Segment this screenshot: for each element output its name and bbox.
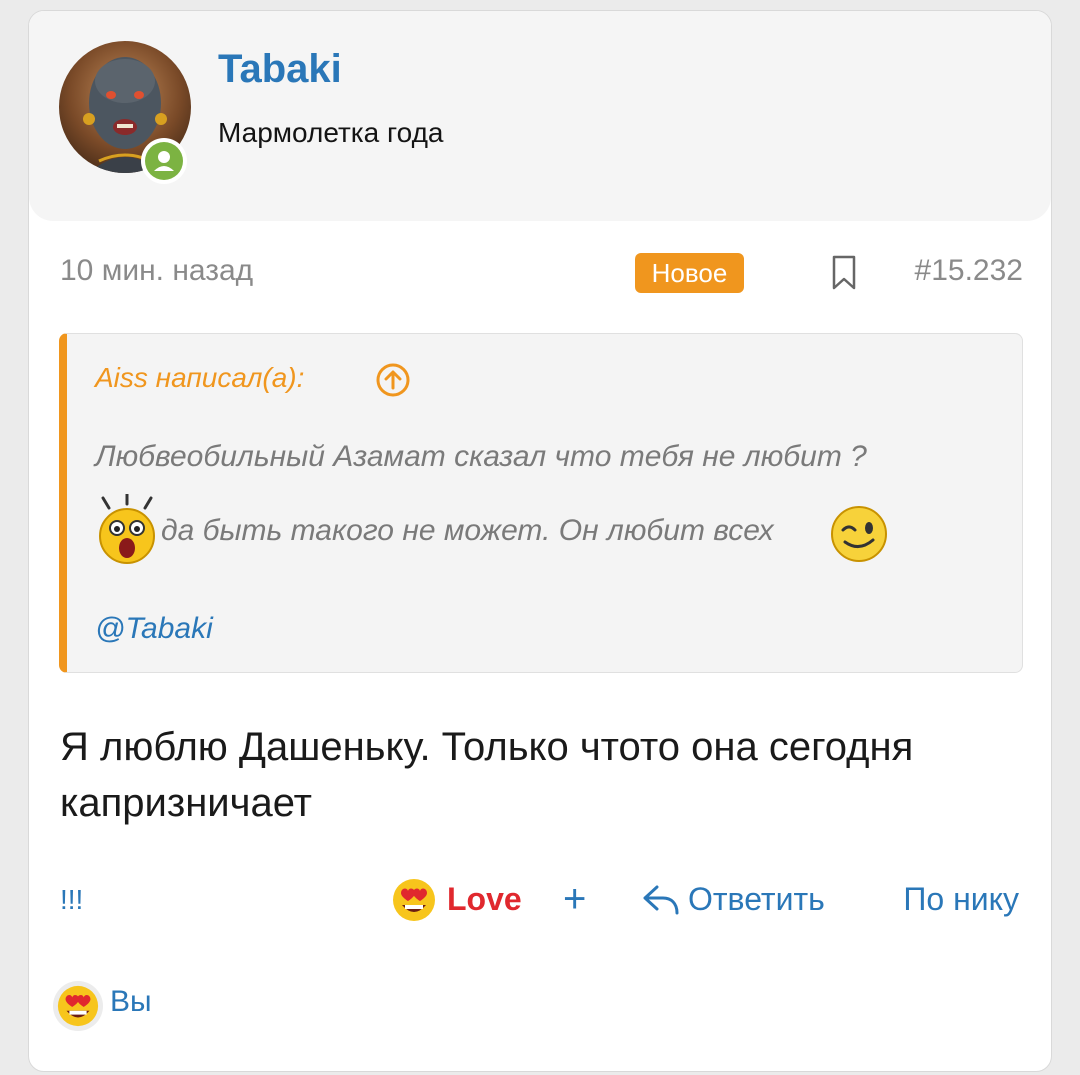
online-user-icon — [141, 138, 187, 184]
bookmark-icon[interactable] — [829, 253, 859, 293]
post-card: Tabaki Мармолетка года 10 мин. назад Нов… — [28, 10, 1052, 1072]
new-badge: Новое — [635, 253, 744, 293]
quote-text-line: Любвеобильный Азамат сказал что тебя не … — [95, 440, 867, 473]
arrow-up-circle-icon[interactable] — [375, 362, 411, 398]
author-name[interactable]: Tabaki — [218, 47, 342, 92]
quote-text: да быть такого не может. Он любит всех — [161, 514, 774, 547]
author-title: Мармолетка года — [218, 117, 444, 148]
reply-button[interactable]: Ответить — [688, 881, 825, 918]
wink-smiley-icon — [829, 504, 889, 564]
heart-eyes-icon[interactable] — [391, 877, 437, 923]
reactions-summary[interactable]: Вы — [53, 981, 253, 1031]
reaction-icon-container — [53, 981, 103, 1031]
quote-text-line: да быть такого не может. Он любит всех — [95, 492, 995, 566]
post-message: Я люблю Дашеньку. Только чтото она сегод… — [60, 725, 914, 825]
love-reaction-button[interactable]: Love — [447, 881, 522, 918]
reply-icon[interactable] — [641, 881, 681, 917]
heart-eyes-icon — [56, 984, 100, 1028]
post-time[interactable]: 10 мин. назад — [60, 254, 253, 288]
post-number[interactable]: #15.232 — [915, 254, 1023, 288]
reply-by-nick-button[interactable]: По нику — [903, 881, 1019, 918]
report-button[interactable]: !!! — [60, 884, 83, 916]
add-reaction-button[interactable]: + — [563, 877, 586, 922]
quote-block: Aiss написал(а): Любвеобильный Азамат ск… — [59, 333, 1023, 673]
user-mention-link[interactable]: @Tabaki — [95, 612, 213, 646]
quote-author[interactable]: Aiss написал(а): — [95, 362, 304, 394]
reaction-users[interactable]: Вы — [110, 985, 152, 1019]
shocked-smiley-icon — [95, 492, 159, 566]
post-author-header: Tabaki Мармолетка года — [29, 11, 1051, 221]
